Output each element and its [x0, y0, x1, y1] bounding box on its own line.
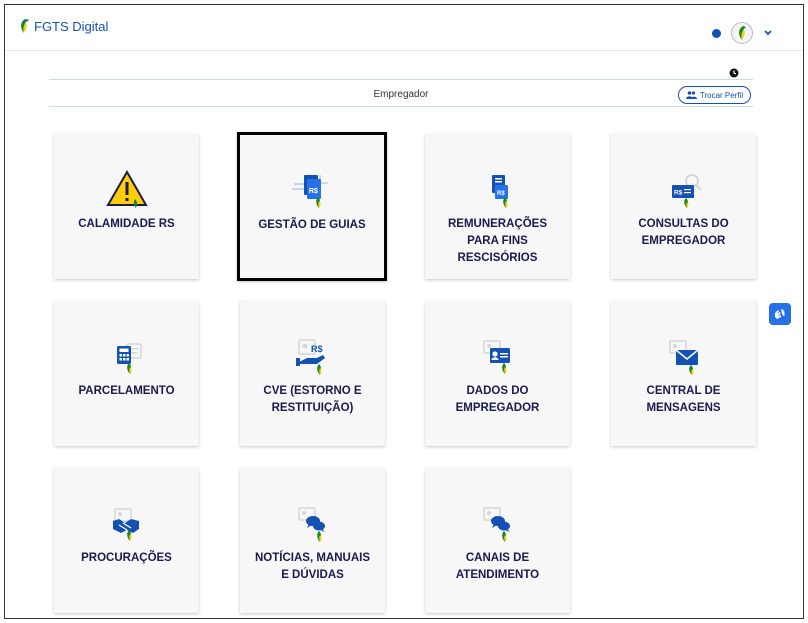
card-noticias-manuais[interactable]: NOTÍCIAS, MANUAIS E DÚVIDAS [240, 468, 385, 613]
refund-icon: R$ [295, 339, 325, 375]
avatar-leaf-icon [739, 26, 746, 40]
id-card-icon [482, 340, 510, 374]
switch-profile-button[interactable]: Trocar Perfil [678, 86, 751, 104]
card-cve[interactable]: R$ CVE (ESTORNO E RESTITUIÇÃO) [240, 301, 385, 446]
guides-icon: R$ [292, 175, 328, 208]
brand-title: FGTS Digital [34, 18, 109, 34]
chat-support-icon [482, 507, 510, 542]
hands-icon [775, 309, 785, 319]
users-icon [685, 91, 697, 99]
card-calamidade-rs[interactable]: CALAMIDADE RS [54, 134, 199, 279]
card-label: DADOS DO EMPREGADOR [455, 385, 540, 414]
chat-icon [297, 507, 325, 542]
avatar[interactable] [731, 22, 753, 44]
card-parcelamento[interactable]: PARCELAMENTO [54, 301, 199, 446]
card-label: PROCURAÇÕES [81, 552, 172, 564]
libras-accessibility-button[interactable] [769, 303, 791, 325]
card-label: REMUNERAÇÕES PARA FINS RESCISÓRIOS [447, 218, 548, 264]
top-bar: FGTS Digital [5, 5, 803, 51]
card-remuneracoes[interactable]: R$ REMUNERAÇÕES PARA FINS RESCISÓRIOS [425, 134, 570, 279]
card-procuracoes[interactable]: PROCURAÇÕES [54, 468, 199, 613]
card-label: CENTRAL DE MENSAGENS [646, 385, 721, 414]
card-canais-de-atendimento[interactable]: CANAIS DE ATENDIMENTO [425, 468, 570, 613]
card-central-de-mensagens[interactable]: CENTRAL DE MENSAGENS [611, 301, 756, 446]
svg-text:R$: R$ [674, 190, 683, 197]
card-label: CANAIS DE ATENDIMENTO [455, 552, 540, 581]
warning-icon [105, 169, 148, 208]
chevron-down-icon[interactable] [763, 29, 773, 37]
card-label: NOTÍCIAS, MANUAIS E DÚVIDAS [255, 552, 370, 581]
card-label: CVE (ESTORNO E RESTITUIÇÃO) [263, 385, 362, 414]
fgts-leaf-icon [21, 19, 29, 33]
card-label: CONSULTAS DO EMPREGADOR [638, 218, 729, 247]
card-consultas-do-empregador[interactable]: R$ CONSULTAS DO EMPREGADOR [611, 134, 756, 279]
card-label: PARCELAMENTO [78, 385, 175, 397]
search-money-icon: R$ [671, 174, 702, 208]
brand-logo[interactable]: FGTS Digital [18, 18, 108, 34]
envelope-icon [668, 340, 699, 375]
card-dados-do-empregador[interactable]: DADOS DO EMPREGADOR [425, 301, 570, 446]
clock-icon[interactable] [729, 68, 739, 78]
svg-text:R$: R$ [309, 188, 318, 195]
card-gestao-de-guias[interactable]: R$ GESTÃO DE GUIAS [237, 132, 387, 281]
svg-text:R$: R$ [497, 191, 505, 197]
app-window: FGTS Digital Empregador Trocar Perfil CA… [4, 4, 804, 619]
switch-profile-label: Trocar Perfil [699, 90, 744, 100]
accessibility-icon[interactable] [712, 28, 721, 38]
card-label: CALAMIDADE RS [78, 218, 175, 230]
divider-top [49, 79, 753, 80]
calculator-icon [116, 343, 142, 374]
handshake-icon [112, 508, 139, 541]
svg-text:R$: R$ [311, 344, 323, 354]
card-label: GESTÃO DE GUIAS [258, 219, 366, 231]
divider-bottom [49, 106, 753, 107]
document-money-icon: R$ [491, 175, 508, 208]
